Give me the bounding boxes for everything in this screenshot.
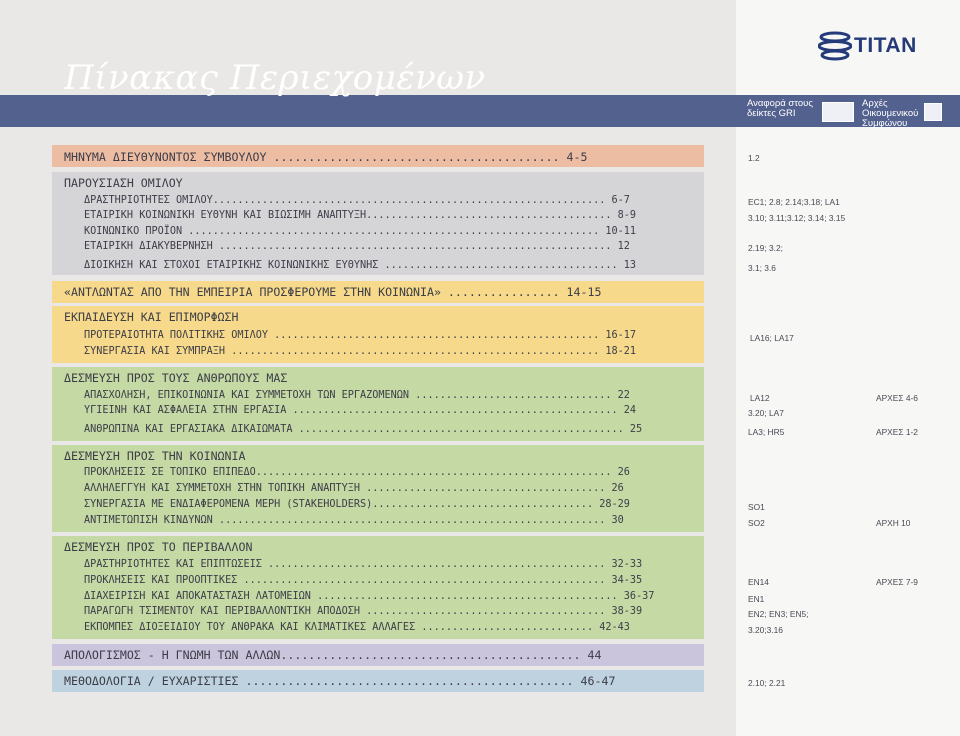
section-title-society: ΔΕΣΜΕΥΣΗ ΠΡΟΣ ΤΗΝ ΚΟΙΝΩΝΙΑ (64, 449, 246, 463)
gri-ref: EN1 (748, 594, 765, 604)
titan-swirl-icon (818, 31, 852, 61)
titan-logo: TITAN (818, 28, 934, 64)
toc-entry[interactable]: ΔΡΑΣΤΗΡΙΟΤΗΤΕΣ ΟΜΙΛΟΥ...................… (84, 195, 630, 206)
section-title-environment: ΔΕΣΜΕΥΣΗ ΠΡΟΣ ΤΟ ΠΕΡΙΒΑΛΛΟΝ (64, 540, 253, 554)
toc-entry[interactable]: ΣΥΝΕΡΓΑΣΙΑ ΚΑΙ ΣΥΜΠΡΑΞΗ ................… (84, 346, 636, 357)
gri-ref: SO1 (748, 502, 765, 512)
section-title-group-presentation: ΠΑΡΟΥΣΙΑΣΗ ΟΜΙΛΟΥ (64, 176, 183, 190)
global-compact-logo-icon (924, 103, 942, 121)
toc-entry[interactable]: ΠΡΟΤΕΡΑΙΟΤΗΤΑ ΠΟΛΙΤΙΚΗΣ ΟΜΙΛΟΥ .........… (84, 330, 636, 341)
toc-entry[interactable]: ΕΚΠΟΜΠΕΣ ΔΙΟΞΕΙΔΙΟΥ ΤΟΥ ΑΝΘΡΑΚΑ ΚΑΙ ΚΛΙΜ… (84, 622, 630, 633)
toc-entry[interactable]: ΔΙΟΙΚΗΣΗ ΚΑΙ ΣΤΟΧΟΙ ΕΤΑΙΡΙΚΗΣ ΚΟΙΝΩΝΙΚΗΣ… (84, 260, 636, 271)
gri-ref: LA12 (750, 393, 770, 403)
section-title-education: ΕΚΠΑΙΔΕΥΣΗ ΚΑΙ ΕΠΙΜΟΡΦΩΣΗ (64, 310, 239, 324)
gri-ref: SO2 (748, 518, 765, 528)
global-compact-column-header: Αρχές Οικουμενικού Συμφώνου (862, 98, 919, 129)
gc-ref: ΑΡΧΕΣ 7-9 (876, 577, 918, 587)
gri-ref: 2.19; 3.2; (748, 243, 783, 253)
page-title: Πίνακας Περιεχομένων (64, 58, 486, 98)
toc-entry-methodology[interactable]: ΜΕΘΟΔΟΛΟΓΙΑ / ΕΥΧΑΡΙΣΤΙΕΣ ..............… (64, 674, 615, 688)
gri-ref: LA16; LA17 (750, 333, 794, 343)
toc-entry[interactable]: ΑΝΤΙΜΕΤΩΠΙΣΗ ΚΙΝΔΥΝΩΝ ..................… (84, 515, 624, 526)
toc-entry[interactable]: ΥΓΙΕΙΝΗ ΚΑΙ ΑΣΦΑΛΕΙΑ ΣΤΗΝ ΕΡΓΑΣΙΑ ......… (84, 405, 636, 416)
toc-entry-ceo-message[interactable]: ΜΗΝΥΜΑ ΔΙΕΥΘΥΝΟΝΤΟΣ ΣΥΜΒΟΥΛΟΥ ..........… (64, 150, 588, 164)
toc-entry[interactable]: ΠΑΡΑΓΩΓΗ ΤΣΙΜΕΝΤΟΥ ΚΑΙ ΠΕΡΙΒΑΛΛΟΝΤΙΚΗ ΑΠ… (84, 606, 642, 617)
toc-entry[interactable]: ΑΛΛΗΛΕΓΓΥΗ ΚΑΙ ΣΥΜΜΕΤΟΧΗ ΣΤΗΝ ΤΟΠΙΚΗ ΑΝΑ… (84, 483, 624, 494)
toc-entry[interactable]: ΠΡΟΚΛΗΣΕΙΣ ΣΕ ΤΟΠΙΚΟ ΕΠΙΠΕΔΟ............… (84, 467, 630, 478)
toc-entry[interactable]: ΔΡΑΣΤΗΡΙΟΤΗΤΕΣ ΚΑΙ ΕΠΙΠΤΩΣΕΙΣ ..........… (84, 559, 642, 570)
gri-ref: LA3; HR5 (748, 427, 785, 437)
gri-ref: EC1; 2.8; 2.14;3.18; LA1 (748, 197, 840, 207)
toc-entry[interactable]: ΕΤΑΙΡΙΚΗ ΔΙΑΚΥΒΕΡΝΗΣΗ ..................… (84, 241, 630, 252)
gri-ref: EN2; EN3; EN5; (748, 609, 809, 619)
gri-ref: 3.20; LA7 (748, 408, 784, 418)
toc-entry[interactable]: ΣΥΝΕΡΓΑΣΙΑ ΜΕ ΕΝΔΙΑΦΕΡΟΜΕΝΑ ΜΕΡΗ (STAKEH… (84, 499, 630, 510)
toc-entry[interactable]: ΔΙΑΧΕΙΡΙΣΗ ΚΑΙ ΑΠΟΚΑΤΑΣΤΑΣΗ ΛΑΤΟΜΕΙΩΝ ..… (84, 591, 654, 602)
brand-name: TITAN (854, 34, 917, 57)
global-reporting-initiative-logo-icon (822, 102, 854, 122)
toc-entry[interactable]: ΑΝΘΡΩΠΙΝΑ ΚΑΙ ΕΡΓΑΣΙΑΚΑ ΔΙΚΑΙΩΜΑΤΑ .....… (84, 424, 642, 435)
toc-entry[interactable]: ΕΤΑΙΡΙΚΗ ΚΟΙΝΩΝΙΚΗ ΕΥΘΥΝΗ ΚΑΙ ΒΙΩΣΙΜΗ ΑΝ… (84, 210, 636, 221)
gc-ref: ΑΡΧΕΣ 1-2 (876, 427, 918, 437)
toc-entry[interactable]: ΚΟΙΝΩΝΙΚΟ ΠΡΟΪΟΝ .......................… (84, 226, 636, 237)
gri-ref: 3.10; 3.11;3.12; 3.14; 3.15 (748, 213, 846, 223)
toc-entry-review[interactable]: ΑΠΟΛΟΓΙΣΜΟΣ - Η ΓΝΩΜΗ ΤΩΝ ΑΛΛΩΝ.........… (64, 648, 601, 662)
toc-entry-experience[interactable]: «ΑΝΤΛΩΝΤΑΣ ΑΠΟ ΤΗΝ ΕΜΠΕΙΡΙΑ ΠΡΟΣΦΕΡΟΥΜΕ … (64, 285, 601, 299)
toc-entry[interactable]: ΠΡΟΚΛΗΣΕΙΣ ΚΑΙ ΠΡΟΟΠΤΙΚΕΣ ..............… (84, 575, 642, 586)
gc-ref: ΑΡΧΗ 10 (876, 518, 911, 528)
gri-ref: 3.1; 3.6 (748, 263, 776, 273)
gri-column-header: Αναφορά στους δείκτες GRI (747, 98, 813, 119)
gri-ref: 1.2 (748, 153, 760, 163)
gri-ref: EN14 (748, 577, 769, 587)
toc-entry[interactable]: ΑΠΑΣΧΟΛΗΣΗ, ΕΠΙΚΟΙΝΩΝΙΑ ΚΑΙ ΣΥΜΜΕΤΟΧΗ ΤΩ… (84, 390, 630, 401)
gri-ref: 2.10; 2.21 (748, 678, 786, 688)
gc-ref: ΑΡΧΕΣ 4-6 (876, 393, 918, 403)
gri-ref: 3.20;3.16 (748, 625, 783, 635)
section-title-people: ΔΕΣΜΕΥΣΗ ΠΡΟΣ ΤΟΥΣ ΑΝΘΡΩΠΟΥΣ ΜΑΣ (64, 371, 288, 385)
